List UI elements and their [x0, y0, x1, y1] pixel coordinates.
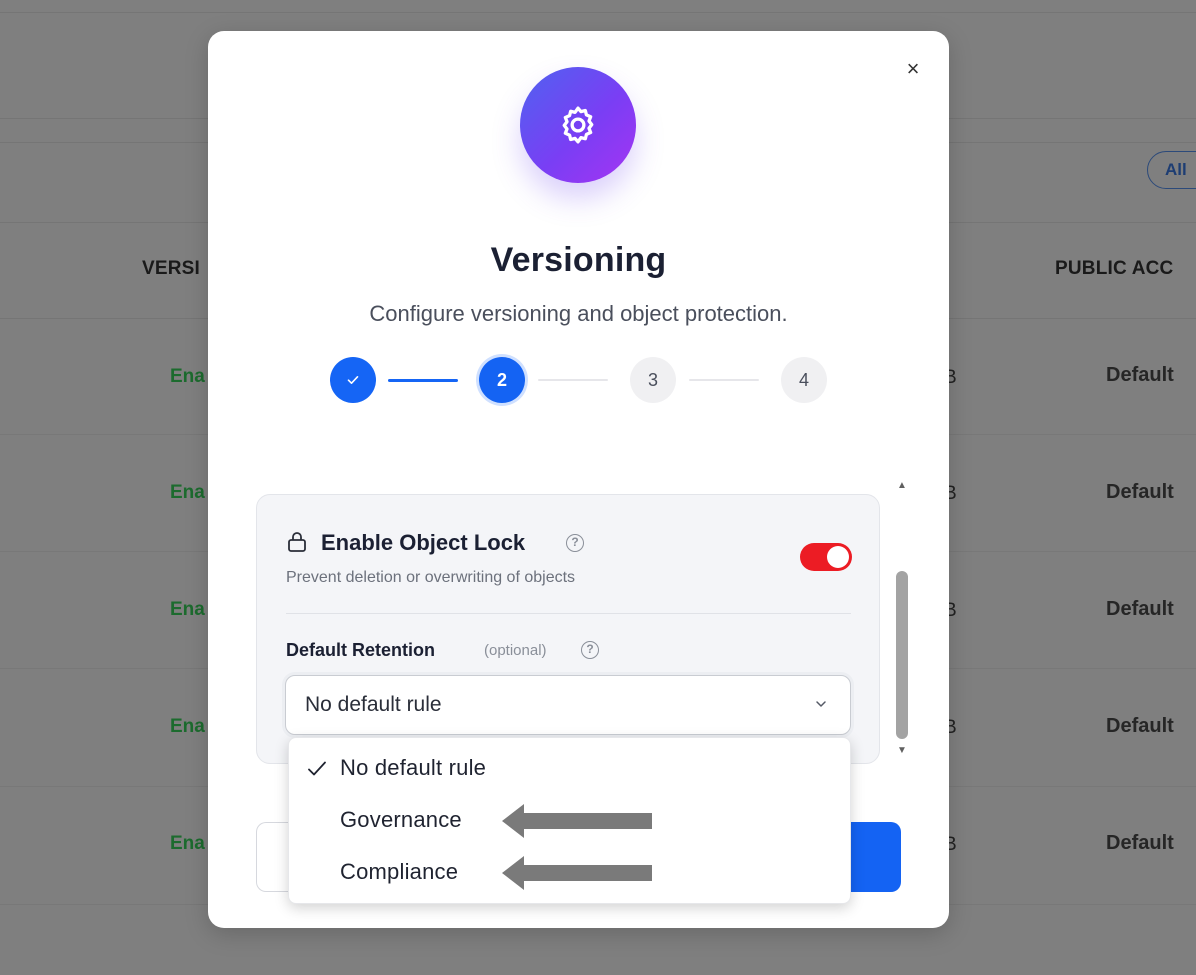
versioning-status: Ena [170, 366, 205, 387]
column-header-public-access: PUBLIC ACC [1055, 258, 1174, 279]
scrollbar-thumb[interactable] [896, 571, 908, 739]
versioning-status: Ena [170, 599, 205, 620]
object-lock-toggle[interactable] [800, 543, 852, 571]
check-icon [347, 376, 359, 384]
lock-icon [288, 532, 306, 552]
optional-label: (optional) [484, 642, 547, 659]
step-1-complete [330, 357, 376, 403]
divider [286, 613, 851, 614]
step-connector [388, 379, 458, 382]
arrow-left-icon [502, 856, 652, 890]
default-retention-select[interactable]: No default rule [285, 675, 851, 735]
option-no-default-rule[interactable]: No default rule [289, 746, 850, 792]
versioning-status: Ena [170, 716, 205, 737]
step-2-active: 2 [479, 357, 525, 403]
chevron-down-icon [816, 701, 826, 707]
option-label: Compliance [340, 859, 459, 884]
versioning-status: Ena [170, 482, 205, 503]
default-retention-label: Default Retention [286, 640, 436, 660]
object-lock-title: Enable Object Lock [321, 530, 526, 555]
scroll-down-arrow-icon[interactable]: ▼ [897, 745, 907, 756]
public-access-cell: Default [1106, 715, 1174, 737]
step-4: 4 [781, 357, 827, 403]
public-access-cell: Default [1106, 598, 1174, 620]
public-access-cell: Default [1106, 481, 1174, 503]
option-label: Governance [340, 807, 462, 832]
check-icon [308, 761, 326, 776]
versioning-status: Ena [170, 833, 205, 854]
modal-title: Versioning [490, 241, 667, 279]
step-3: 3 [630, 357, 676, 403]
help-icon[interactable]: ? [566, 534, 584, 552]
object-lock-card: Enable Object Lock ? Prevent deletion or… [256, 494, 880, 764]
gear-icon [520, 67, 636, 183]
step-connector [538, 379, 608, 381]
select-value: No default rule [305, 693, 442, 716]
filter-all-button[interactable]: All [1147, 151, 1196, 189]
toggle-knob [827, 546, 849, 568]
close-button[interactable]: × [898, 55, 928, 85]
public-access-cell: Default [1106, 364, 1174, 386]
column-header-versioning: VERSI [142, 258, 201, 279]
option-label: No default rule [340, 755, 487, 780]
step-connector [689, 379, 759, 381]
object-lock-description: Prevent deletion or overwriting of objec… [286, 569, 576, 586]
public-access-cell: Default [1106, 832, 1174, 854]
scroll-up-arrow-icon[interactable]: ▲ [897, 480, 907, 491]
modal-subtitle: Configure versioning and object protecti… [369, 301, 788, 326]
arrow-left-icon [502, 804, 652, 838]
divider [0, 12, 1196, 13]
help-icon[interactable]: ? [581, 641, 599, 659]
